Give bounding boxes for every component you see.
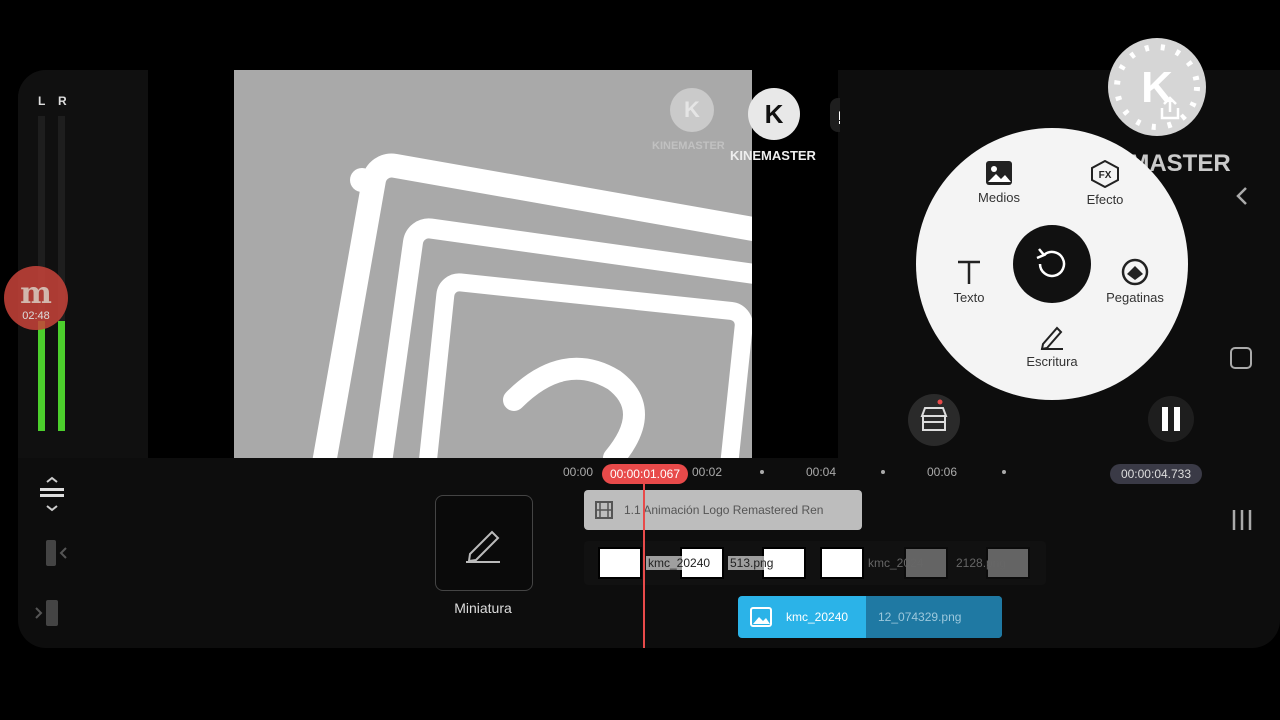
effect-button[interactable]: FX Efecto xyxy=(1060,160,1150,207)
ruler-tick-label: 00:02 xyxy=(692,465,723,479)
video-clip-label: 1.1 Animación Logo Remastered Ren xyxy=(624,503,824,517)
audio-meter-panel: L R xyxy=(18,70,148,458)
image-clip-label: 2128.png xyxy=(956,556,1007,570)
image-icon xyxy=(986,161,1012,185)
store-icon xyxy=(920,399,948,431)
ruler-tick-label: 00:06 xyxy=(927,465,958,479)
handwriting-label: Escritura xyxy=(1026,354,1078,369)
film-icon xyxy=(595,501,613,519)
trim-start-icon[interactable] xyxy=(42,538,70,568)
watermark-primary: KINEMASTER xyxy=(652,140,725,152)
project-duration: 00:00:04.733 xyxy=(1110,464,1202,484)
image-layer-label: 12_074329.png xyxy=(878,610,962,624)
undo-rotate-icon xyxy=(1036,248,1066,278)
trim-end-icon[interactable] xyxy=(32,598,62,628)
ruler-dot xyxy=(1002,470,1006,474)
image-layer-clip[interactable]: kmc_20240 12_074329.png xyxy=(738,596,1002,638)
ruler-tick-label: 00:04 xyxy=(806,465,837,479)
pause-icon xyxy=(1162,407,1180,431)
playhead-time[interactable]: 00:00:01.067 xyxy=(602,464,688,484)
meter-left-fill xyxy=(38,320,45,431)
undo-button[interactable] xyxy=(1013,225,1091,303)
pause-button[interactable] xyxy=(1148,396,1194,442)
ruler-dot xyxy=(760,470,764,474)
image-clip-thumbnail xyxy=(820,547,864,579)
image-clip-thumbnail xyxy=(598,547,642,579)
image-layer-label: kmc_20240 xyxy=(786,610,849,624)
meter-right-label: R xyxy=(58,94,67,108)
stickers-button[interactable]: Pegatinas xyxy=(1090,258,1180,305)
asset-store-button[interactable] xyxy=(908,394,960,446)
chevron-left-icon[interactable] xyxy=(1232,184,1252,208)
stickers-label: Pegatinas xyxy=(1106,290,1164,305)
pen-icon xyxy=(1040,326,1063,350)
media-label: Medios xyxy=(978,190,1020,205)
track-height-icon[interactable] xyxy=(36,476,68,512)
kinemaster-logo-icon: K xyxy=(670,88,714,132)
kinemaster-logo-icon: K xyxy=(748,88,800,140)
menu-lines-icon[interactable] xyxy=(1228,508,1256,532)
pencil-icon xyxy=(466,530,500,563)
image-clip-label: kmc_2024 xyxy=(868,556,924,570)
image-clip-label: kmc_20240 xyxy=(646,556,713,570)
meter-right-track xyxy=(58,116,65,431)
ruler-dot xyxy=(881,470,885,474)
text-t-icon xyxy=(958,260,980,284)
thumbnail-label: Miniatura xyxy=(454,600,512,616)
playhead-line[interactable] xyxy=(643,484,645,648)
ruler-tick-label: 00:00 xyxy=(563,465,594,479)
media-button[interactable]: Medios xyxy=(954,160,1044,205)
image-clips-track[interactable]: kmc_20240 513.png kmc_2024 2128.png xyxy=(584,541,1046,585)
image-clip-label: 513.png xyxy=(728,556,776,570)
meter-left-label: L xyxy=(38,94,46,108)
text-label: Texto xyxy=(953,290,985,305)
handwriting-button[interactable]: Escritura xyxy=(1007,322,1097,369)
fx-icon: FX xyxy=(1091,160,1119,188)
share-export-icon[interactable] xyxy=(1152,90,1188,126)
recents-square-icon[interactable] xyxy=(1230,347,1252,369)
thumbnail-button[interactable] xyxy=(435,495,533,591)
overlay-badge-letter: m xyxy=(20,276,52,311)
overlay-badge: m 02:48 xyxy=(4,266,68,330)
svg-text:FX: FX xyxy=(1099,170,1112,181)
video-clip[interactable]: 1.1 Animación Logo Remastered Ren xyxy=(584,490,862,530)
image-icon xyxy=(750,607,772,627)
meter-right-fill xyxy=(58,320,65,431)
text-button[interactable]: Texto xyxy=(924,258,1014,305)
sticker-icon xyxy=(1121,258,1149,286)
watermark-secondary: KINEMASTER xyxy=(730,148,816,163)
effect-label: Efecto xyxy=(1086,192,1124,207)
overlay-badge-time: 02:48 xyxy=(22,310,50,322)
